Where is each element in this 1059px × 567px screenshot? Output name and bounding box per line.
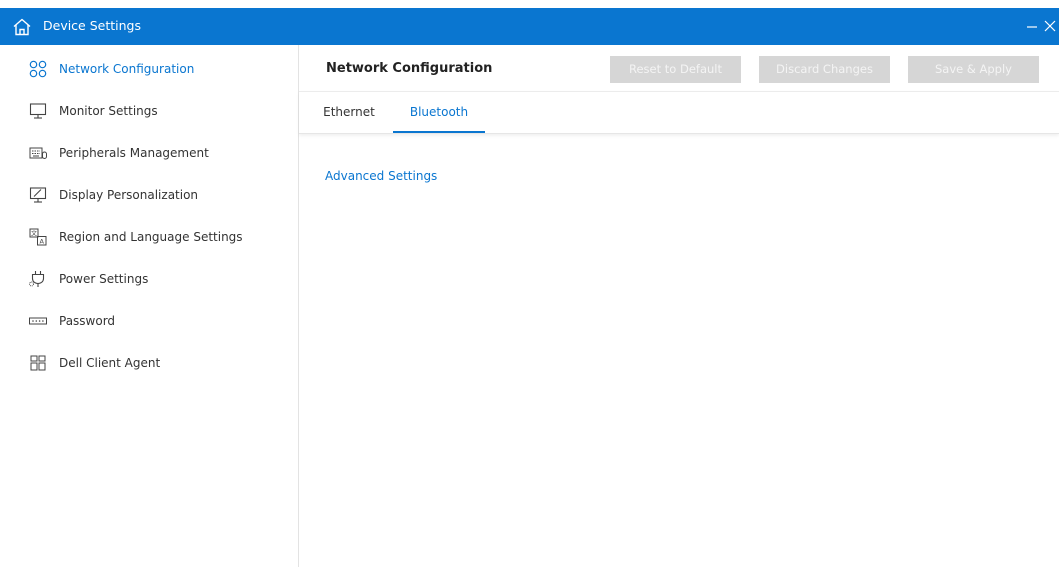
svg-text:A: A (40, 238, 45, 246)
sidebar-item-password[interactable]: Password (0, 300, 298, 342)
sidebar-item-display-personalization[interactable]: Display Personalization (0, 174, 298, 216)
save-apply-button[interactable]: Save & Apply (908, 56, 1039, 83)
sidebar-item-label: Power Settings (59, 272, 149, 286)
device-settings-window: Device Settings Network Configuration Mo… (0, 0, 1059, 567)
network-icon (29, 60, 47, 78)
minimize-button[interactable] (1025, 18, 1039, 34)
tab-label: Bluetooth (409, 105, 469, 119)
monitor-icon (29, 103, 47, 119)
tab-ethernet[interactable]: Ethernet (314, 91, 384, 133)
sidebar-item-monitor-settings[interactable]: Monitor Settings (0, 90, 298, 132)
sidebar-item-peripherals-management[interactable]: Peripherals Management (0, 132, 298, 174)
sidebar-item-label: Network Configuration (59, 62, 195, 76)
sidebar-item-label: Display Personalization (59, 188, 199, 202)
main-header: Network Configuration Reset to Default D… (299, 45, 1059, 92)
title-bar: Device Settings (0, 8, 1059, 45)
keyboard-icon (29, 147, 47, 159)
close-button[interactable] (1043, 18, 1057, 34)
agent-grid-icon (30, 355, 46, 371)
sidebar-item-region-language[interactable]: 文 A Region and Language Settings (0, 216, 298, 258)
reset-to-default-button[interactable]: Reset to Default (610, 56, 741, 83)
power-plug-icon (29, 271, 45, 287)
svg-text:文: 文 (31, 230, 37, 238)
language-icon: 文 A (29, 228, 47, 246)
page-title: Network Configuration (326, 61, 493, 76)
home-icon[interactable] (12, 17, 32, 37)
tab-bluetooth[interactable]: Bluetooth (393, 91, 485, 133)
advanced-settings-link[interactable]: Advanced Settings (325, 168, 437, 184)
sidebar-item-label: Region and Language Settings (59, 230, 243, 244)
sidebar-item-label: Dell Client Agent (59, 356, 161, 370)
sidebar-item-label: Password (59, 314, 116, 328)
sidebar-item-dell-client-agent[interactable]: Dell Client Agent (0, 342, 298, 384)
password-icon (29, 317, 47, 325)
window-title: Device Settings (43, 18, 141, 33)
display-personalization-icon (29, 187, 47, 203)
tab-bar: Ethernet Bluetooth (299, 91, 1059, 134)
active-tab-indicator (393, 131, 485, 133)
sidebar: Network Configuration Monitor Settings P… (0, 45, 299, 567)
discard-changes-button[interactable]: Discard Changes (759, 56, 890, 83)
sidebar-item-power-settings[interactable]: Power Settings (0, 258, 298, 300)
tab-label: Ethernet (323, 105, 375, 119)
sidebar-item-label: Monitor Settings (59, 104, 158, 118)
sidebar-item-network-configuration[interactable]: Network Configuration (0, 48, 298, 90)
sidebar-item-label: Peripherals Management (59, 146, 209, 160)
